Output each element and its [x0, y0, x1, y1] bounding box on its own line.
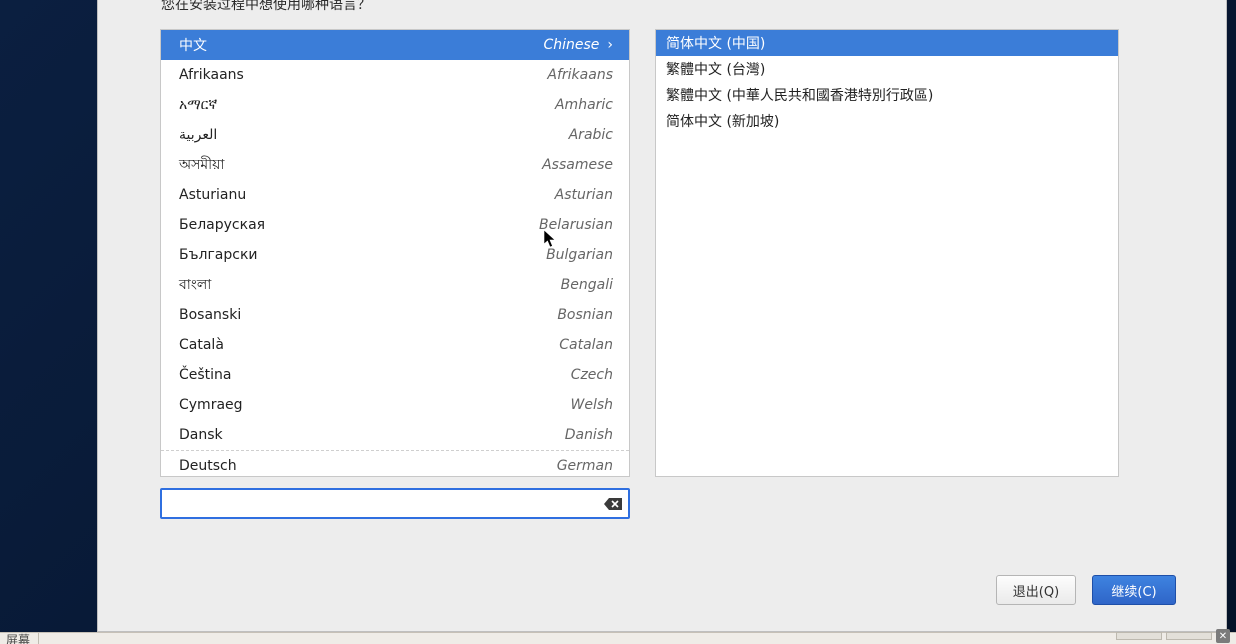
language-native-label: Беларуская	[179, 217, 265, 233]
language-native-label: አማርኛ	[179, 97, 217, 113]
backspace-clear-icon[interactable]	[604, 497, 622, 511]
language-native-label: বাংলা	[179, 273, 211, 297]
language-native-label: Asturianu	[179, 187, 246, 203]
close-icon[interactable]: ✕	[1216, 629, 1230, 643]
language-row[interactable]: অসমীয়া Assamese	[161, 150, 629, 180]
tray-panel[interactable]	[1116, 632, 1162, 640]
language-row[interactable]: Cymraeg Welsh	[161, 390, 629, 420]
quit-button-label: 退出(Q)	[1013, 581, 1059, 600]
taskbar-app-label[interactable]: 屏幕	[6, 631, 30, 644]
language-english-label: Asturian	[555, 187, 613, 203]
taskbar-divider	[38, 633, 39, 644]
language-english-label: Bulgarian	[546, 247, 613, 263]
locale-variant-row[interactable]: 繁體中文 (中華人民共和國香港特別行政區)	[656, 82, 1118, 108]
installer-window: 您在安装过程中想使用哪种语言？ 中文Chinese›AfrikaansAfrik…	[97, 0, 1227, 632]
language-english-label: Assamese	[542, 157, 613, 173]
language-row[interactable]: Asturianu Asturian	[161, 180, 629, 210]
language-english-label: Danish	[565, 427, 613, 443]
language-native-label: Bosanski	[179, 307, 241, 323]
language-row[interactable]: Català Catalan	[161, 330, 629, 360]
language-english-label: Bengali	[561, 277, 613, 293]
language-native-label: Deutsch	[179, 458, 237, 474]
locale-variant-list[interactable]: 简体中文 (中国) 繁體中文 (台灣) 繁體中文 (中華人民共和國香港特別行政區) 简…	[655, 29, 1119, 477]
language-prompt: 您在安装过程中想使用哪种语言？	[161, 0, 371, 14]
continue-button-label: 继续(C)	[1111, 581, 1156, 600]
language-native-label: 中文	[179, 35, 207, 55]
language-row[interactable]: Deutsch German	[161, 450, 629, 477]
language-row[interactable]: አማርኛ Amharic	[161, 90, 629, 120]
language-english-label: Welsh	[570, 397, 613, 413]
language-english-label: German	[557, 458, 613, 474]
locale-variant-label: 繁體中文 (中華人民共和國香港特別行政區)	[666, 85, 933, 105]
language-row[interactable]: Dansk Danish	[161, 420, 629, 450]
language-row[interactable]: Български Bulgarian	[161, 240, 629, 270]
language-native-label: Afrikaans	[179, 67, 244, 83]
language-english-label: Catalan	[559, 337, 613, 353]
language-search-input[interactable]	[170, 495, 604, 513]
language-english-label: Bosnian	[557, 307, 613, 323]
language-list[interactable]: 中文 Chinese › Afrikaans Afrikaans አማርኛ Amharic ا…	[160, 29, 630, 477]
language-english-label: Chinese	[543, 37, 599, 53]
quit-button[interactable]: 退出(Q)	[996, 575, 1076, 605]
language-row[interactable]: বাংলা Bengali	[161, 270, 629, 300]
continue-button[interactable]: 继续(C)	[1092, 575, 1176, 605]
language-search-box[interactable]	[160, 488, 630, 519]
language-native-label: Čeština	[179, 367, 232, 383]
language-english-label: Belarusian	[539, 217, 613, 233]
language-row[interactable]: Afrikaans Afrikaans	[161, 60, 629, 90]
language-english-label: Amharic	[555, 97, 613, 113]
language-row[interactable]: Беларуская Belarusian	[161, 210, 629, 240]
tray-panel[interactable]	[1166, 632, 1212, 640]
language-native-label: অসমীয়া	[179, 153, 224, 177]
taskbar: 屏幕 ✕	[0, 632, 1236, 644]
locale-variant-label: 繁體中文 (台灣)	[666, 59, 765, 79]
language-native-label: العربية	[179, 127, 217, 143]
language-native-label: Cymraeg	[179, 397, 243, 413]
language-english-label: Arabic	[569, 127, 613, 143]
locale-variant-label: 简体中文 (中国)	[666, 33, 765, 53]
locale-variant-row[interactable]: 简体中文 (中国)	[656, 30, 1118, 56]
language-native-label: Български	[179, 247, 258, 263]
locale-variant-label: 简体中文 (新加坡)	[666, 111, 779, 131]
language-native-label: Català	[179, 337, 224, 353]
locale-variant-row[interactable]: 繁體中文 (台灣)	[656, 56, 1118, 82]
language-native-label: Dansk	[179, 427, 223, 443]
language-row[interactable]: 中文 Chinese ›	[161, 30, 629, 60]
language-row[interactable]: العربية Arabic	[161, 120, 629, 150]
language-english-label: Czech	[571, 367, 613, 383]
chevron-right-icon: ›	[607, 37, 613, 53]
locale-variant-row[interactable]: 简体中文 (新加坡)	[656, 108, 1118, 134]
language-row[interactable]: Čeština Czech	[161, 360, 629, 390]
language-english-label: Afrikaans	[547, 67, 613, 83]
language-row[interactable]: Bosanski Bosnian	[161, 300, 629, 330]
